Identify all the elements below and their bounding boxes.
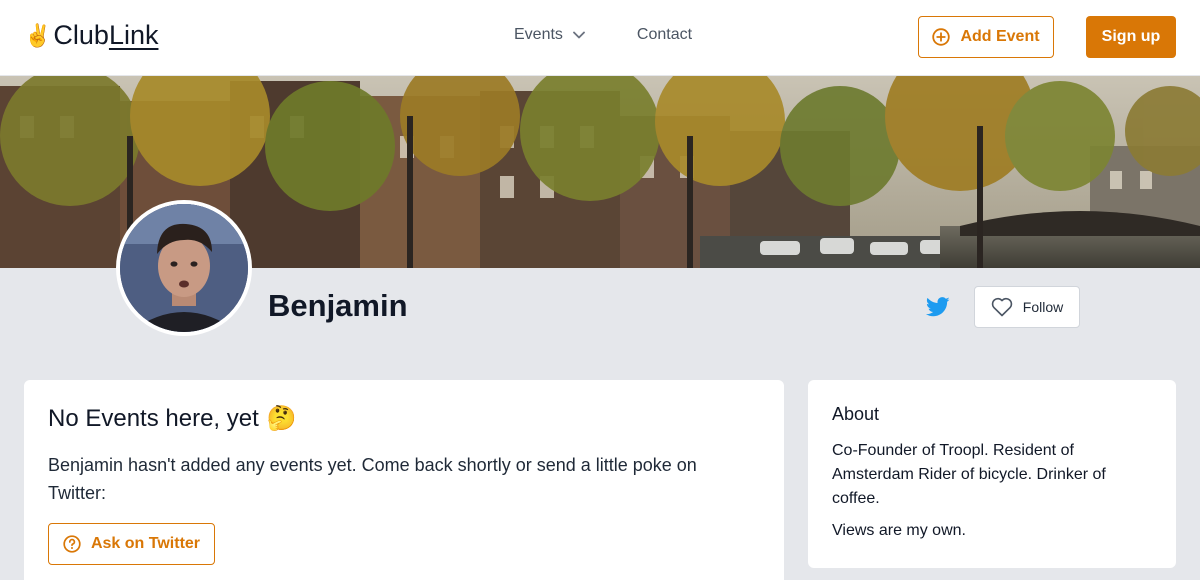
avatar-portrait-image — [120, 204, 248, 332]
events-card: No Events here, yet 🤔 Benjamin hasn't ad… — [24, 380, 784, 580]
ask-on-twitter-label: Ask on Twitter — [90, 535, 201, 552]
follow-label: Follow — [1022, 299, 1064, 315]
main-nav: Events Contact — [514, 26, 692, 44]
sign-up-button[interactable]: Sign up — [1086, 16, 1176, 58]
follow-button[interactable]: Follow — [974, 286, 1080, 328]
question-circle-icon — [63, 535, 81, 553]
add-event-label: Add Event — [960, 28, 1040, 45]
nav-events-dropdown[interactable]: Events — [514, 26, 585, 44]
top-navbar: ✌️ Club Link Events Contact Add Event Si… — [0, 0, 1200, 76]
about-card: About Co-Founder of Troopl. Resident of … — [808, 380, 1176, 568]
events-heading: No Events here, yet 🤔 — [48, 404, 760, 433]
about-heading: About — [832, 404, 880, 424]
ask-on-twitter-button[interactable]: Ask on Twitter — [48, 523, 215, 565]
plus-circle-icon — [932, 28, 951, 46]
about-disclaimer: Views are my own. — [832, 522, 966, 539]
sign-up-label: Sign up — [1101, 28, 1161, 45]
about-bio: Co-Founder of Troopl. Resident of Amster… — [832, 442, 1106, 507]
chevron-down-icon — [573, 31, 585, 39]
profile-name: Benjamin — [268, 288, 408, 323]
nav-contact-link[interactable]: Contact — [637, 26, 692, 44]
events-empty-message: Benjamin hasn't added any events yet. Co… — [48, 455, 697, 503]
heart-icon — [991, 297, 1012, 317]
events-heading-text: No Events here, yet — [48, 404, 259, 432]
add-event-button[interactable]: Add Event — [918, 16, 1054, 58]
profile-avatar — [116, 200, 252, 336]
logo-text-club: Club — [53, 20, 109, 50]
thinking-face-icon: 🤔 — [266, 405, 297, 432]
twitter-icon[interactable] — [925, 296, 950, 318]
logo-text-link: Link — [108, 20, 159, 50]
clublink-logo[interactable]: ✌️ Club Link — [24, 20, 158, 51]
victory-hand-icon: ✌️ — [24, 22, 52, 48]
nav-events-label: Events — [514, 26, 563, 43]
